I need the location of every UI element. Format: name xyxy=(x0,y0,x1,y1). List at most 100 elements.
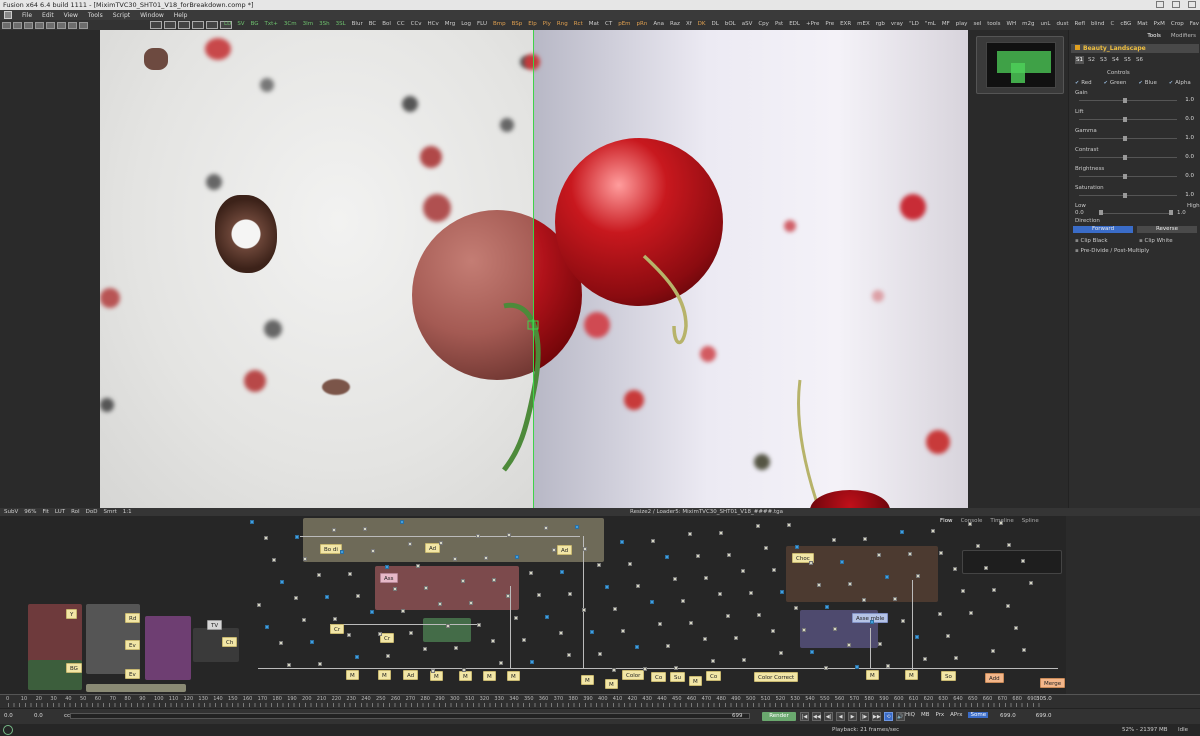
flow-small-node[interactable] xyxy=(446,624,450,628)
flow-small-node[interactable] xyxy=(612,668,616,672)
version-slot[interactable]: S4 xyxy=(1111,56,1120,64)
flow-small-node[interactable] xyxy=(704,576,708,580)
flow-node[interactable]: Ass xyxy=(380,573,398,583)
param-value[interactable]: 0.0 xyxy=(1172,154,1194,160)
channel-alpha-checkbox[interactable]: Alpha xyxy=(1169,80,1191,86)
layout-console-icon[interactable] xyxy=(192,21,204,29)
range-low-knob[interactable] xyxy=(1099,210,1103,215)
minimize-icon[interactable] xyxy=(1156,1,1164,8)
viewer-option[interactable]: LUT xyxy=(55,509,65,515)
flow-small-node[interactable] xyxy=(302,618,306,622)
tool-button[interactable]: PxM xyxy=(1154,21,1165,27)
flow-small-node[interactable] xyxy=(863,537,867,541)
flow-node[interactable]: M xyxy=(605,679,618,689)
menu-view[interactable]: View xyxy=(64,12,78,19)
param-slider[interactable] xyxy=(1079,138,1177,139)
flow-small-node[interactable] xyxy=(530,660,534,664)
flow-node[interactable]: Ad xyxy=(403,670,419,680)
tab-flow[interactable]: Flow xyxy=(940,518,953,524)
flow-node[interactable]: TV xyxy=(207,620,223,630)
flow-small-node[interactable] xyxy=(802,628,806,632)
flow-small-node[interactable] xyxy=(916,574,920,578)
reverse-button[interactable]: Reverse xyxy=(1137,226,1197,233)
controls-label[interactable]: Controls xyxy=(1107,70,1130,76)
flow-node[interactable]: M xyxy=(346,670,359,680)
tool-button[interactable]: unL xyxy=(1040,21,1050,27)
tool-button[interactable]: CC xyxy=(397,21,405,27)
viewer-option[interactable]: Smrt xyxy=(104,509,117,515)
node-group[interactable] xyxy=(86,684,186,692)
flow-small-node[interactable] xyxy=(545,615,549,619)
tool-button[interactable]: Bol xyxy=(382,21,391,27)
flow-node[interactable]: Ad xyxy=(425,543,441,553)
flow-small-node[interactable] xyxy=(400,520,404,524)
flow-small-node[interactable] xyxy=(567,653,571,657)
flow-small-node[interactable] xyxy=(462,668,466,672)
tool-button[interactable]: Pst xyxy=(775,21,783,27)
param-slider-knob[interactable] xyxy=(1123,136,1127,141)
layout-flow-icon[interactable] xyxy=(178,21,190,29)
flow-small-node[interactable] xyxy=(424,586,428,590)
channel-green-checkbox[interactable]: Green xyxy=(1104,80,1127,86)
flow-small-node[interactable] xyxy=(333,617,337,621)
flow-node[interactable]: Su xyxy=(670,672,685,682)
param-slider-knob[interactable] xyxy=(1123,98,1127,103)
flow-small-node[interactable] xyxy=(908,552,912,556)
flow-small-node[interactable] xyxy=(886,664,890,668)
flow-node[interactable]: Add xyxy=(985,673,1004,683)
transport-button[interactable]: ◀ xyxy=(836,712,845,721)
ab-split-line[interactable] xyxy=(533,30,534,508)
tool-button[interactable]: WH xyxy=(1007,21,1017,27)
tool-button[interactable]: Rng xyxy=(557,21,568,27)
flow-node[interactable]: Rd xyxy=(125,613,141,623)
tool-button[interactable]: blind xyxy=(1091,21,1105,27)
flow-small-node[interactable] xyxy=(416,564,420,568)
range-high-knob[interactable] xyxy=(1169,210,1173,215)
flow-small-node[interactable] xyxy=(976,544,980,548)
tool-button[interactable]: Rct xyxy=(574,21,583,27)
flow-node[interactable]: M xyxy=(378,670,391,680)
flow-small-node[interactable] xyxy=(257,603,261,607)
flow-small-node[interactable] xyxy=(719,531,723,535)
flow-small-node[interactable] xyxy=(264,536,268,540)
tab-console[interactable]: Console xyxy=(961,518,983,524)
flow-node[interactable]: M xyxy=(905,670,918,680)
flow-small-node[interactable] xyxy=(727,553,731,557)
tool-button[interactable]: play xyxy=(956,21,968,27)
flow-small-node[interactable] xyxy=(515,555,519,559)
viewer-option[interactable]: 96% xyxy=(24,509,36,515)
flow-node[interactable]: Color xyxy=(622,670,645,680)
flow-small-node[interactable] xyxy=(499,661,503,665)
viewer-option[interactable]: SubV xyxy=(4,509,18,515)
flow-small-node[interactable] xyxy=(484,556,488,560)
param-slider[interactable] xyxy=(1079,119,1177,120)
tool-button[interactable]: C xyxy=(1110,21,1114,27)
param-slider-knob[interactable] xyxy=(1123,155,1127,160)
tool-button[interactable]: Ply xyxy=(543,21,551,27)
flow-node[interactable]: So xyxy=(941,671,956,681)
flow-small-node[interactable] xyxy=(901,619,905,623)
tool-button[interactable]: FLU xyxy=(477,21,487,27)
flow-small-node[interactable] xyxy=(423,647,427,651)
viewer-option[interactable]: RoI xyxy=(71,509,80,515)
menu-help[interactable]: Help xyxy=(174,12,188,19)
version-slot[interactable]: S3 xyxy=(1099,56,1108,64)
flow-small-node[interactable] xyxy=(658,622,662,626)
flow-small-node[interactable] xyxy=(453,557,457,561)
flow-small-node[interactable] xyxy=(431,669,435,673)
tool-button[interactable]: BC xyxy=(369,21,377,27)
flow-small-node[interactable] xyxy=(764,546,768,550)
flow-small-node[interactable] xyxy=(840,560,844,564)
flow-node[interactable]: Cr xyxy=(330,624,345,634)
flow-node[interactable]: M xyxy=(483,671,496,681)
tool-button[interactable]: BG xyxy=(251,21,259,27)
flow-small-node[interactable] xyxy=(696,554,700,558)
flow-small-node[interactable] xyxy=(294,596,298,600)
flow-small-node[interactable] xyxy=(310,640,314,644)
tool-button[interactable]: EXR xyxy=(840,21,851,27)
flow-small-node[interactable] xyxy=(1006,604,1010,608)
version-slot[interactable]: S5 xyxy=(1123,56,1132,64)
flow-small-node[interactable] xyxy=(772,568,776,572)
transport-button[interactable]: ◀| xyxy=(824,712,833,721)
flow-small-node[interactable] xyxy=(689,621,693,625)
